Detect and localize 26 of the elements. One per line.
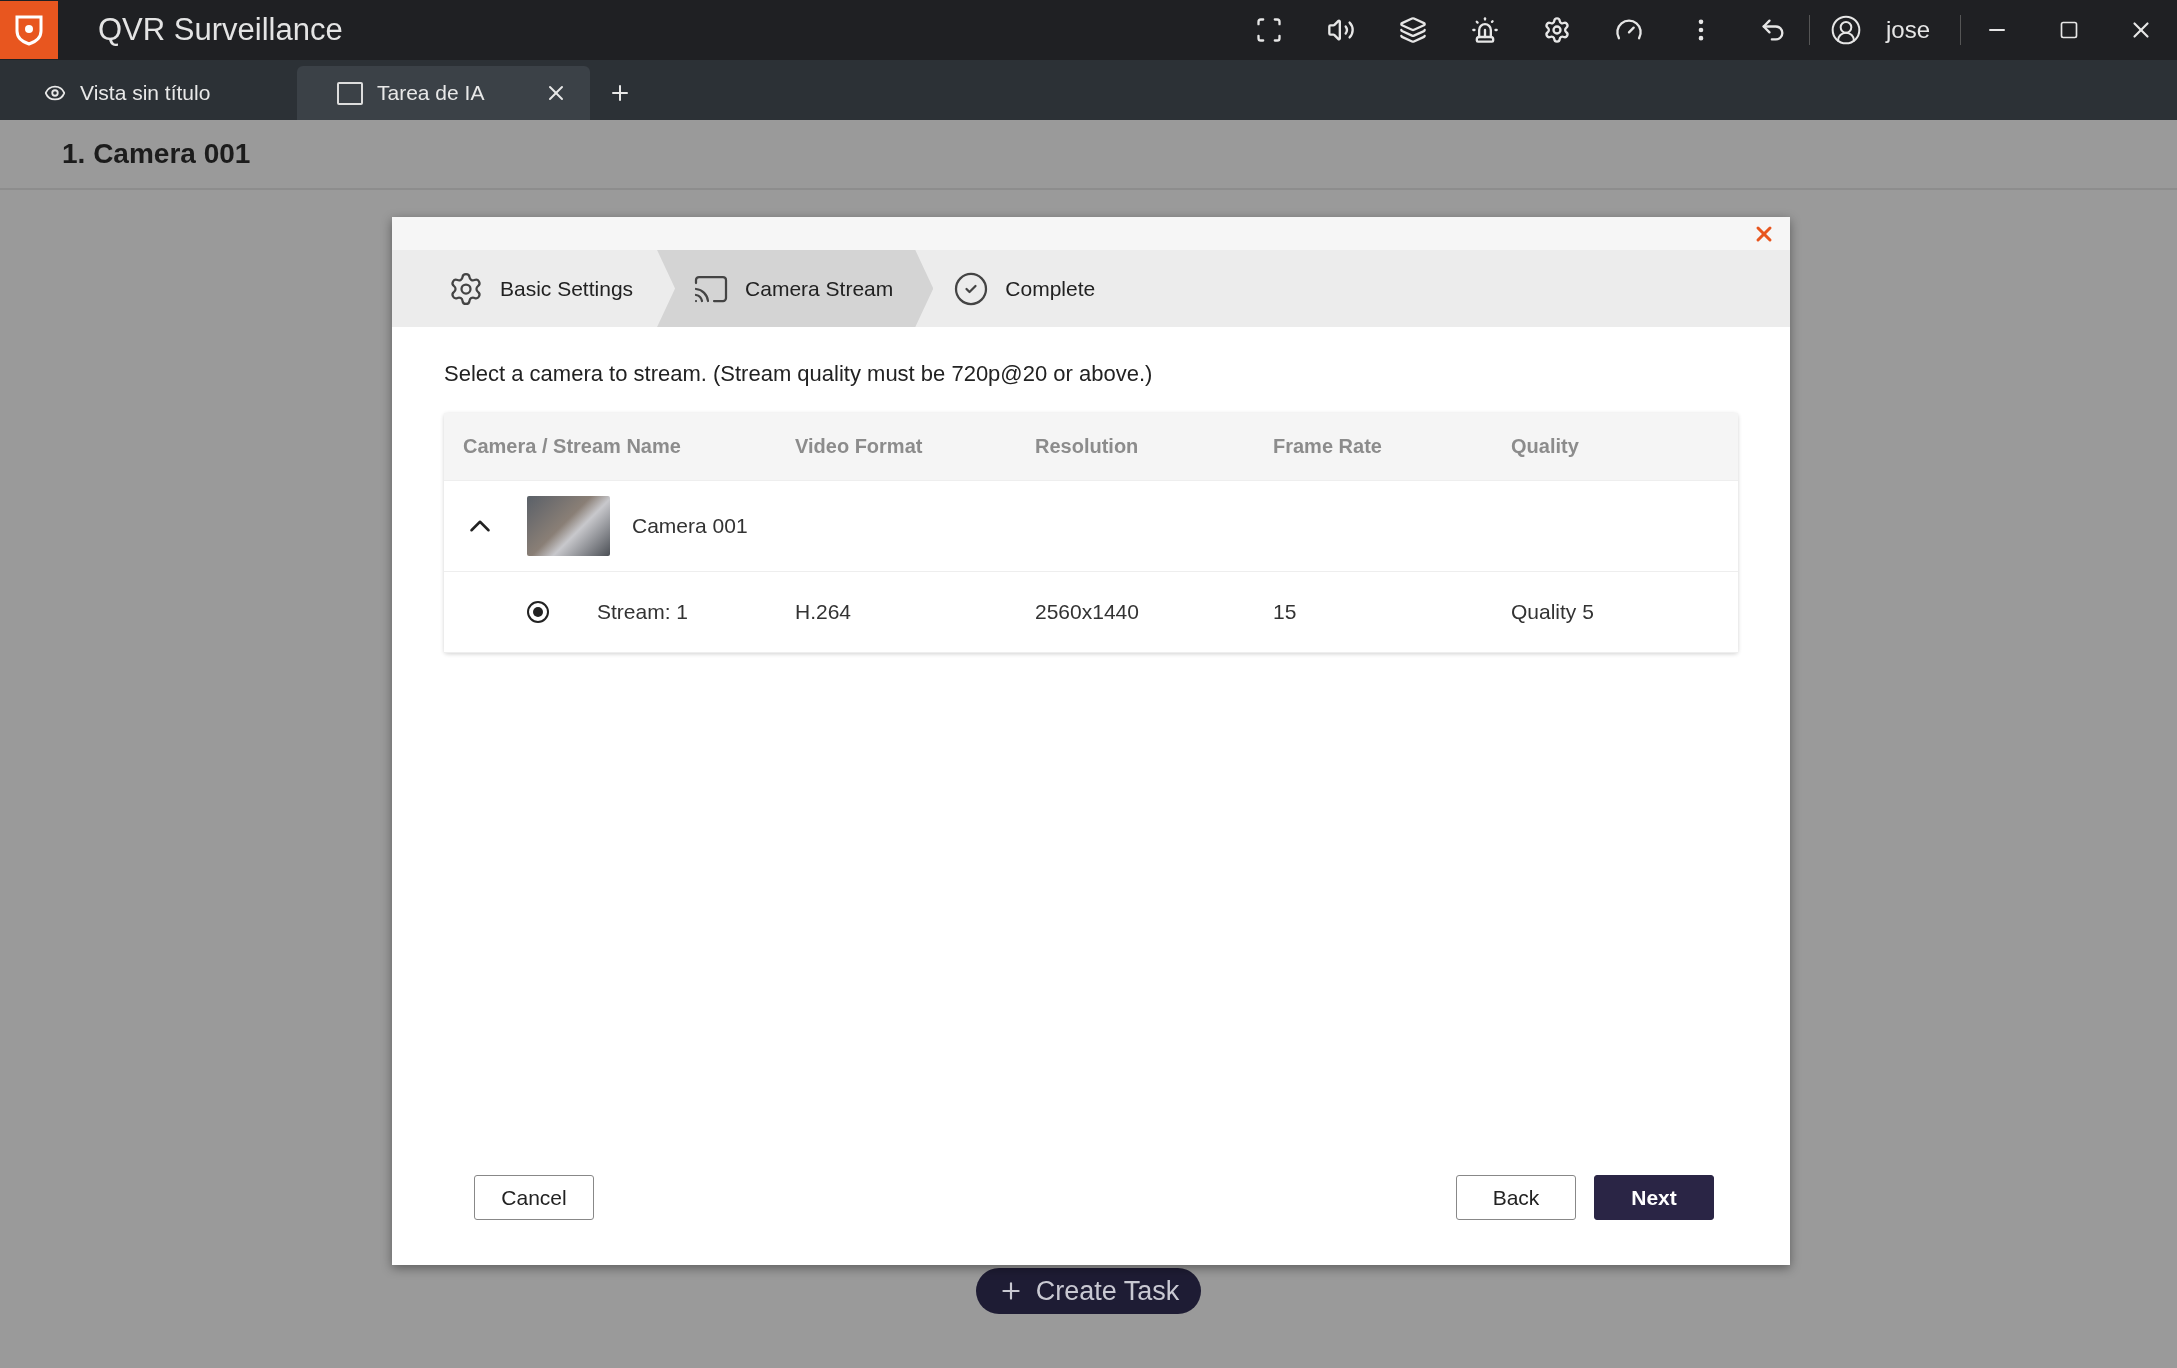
back-button[interactable]: Back [1456, 1175, 1576, 1220]
cancel-button[interactable]: Cancel [474, 1175, 594, 1220]
user-name: jose [1885, 16, 1930, 44]
column-header: Frame Rate [1273, 435, 1383, 458]
table-cell-text: 15 [1273, 600, 1298, 624]
column-header: Resolution [1035, 435, 1140, 458]
wizard-step[interactable]: Camera Stream [657, 250, 934, 327]
stream-name: Stream: 1 [597, 600, 689, 624]
camera-name: Camera 001 [632, 514, 748, 538]
tab[interactable]: Tarea de IA [297, 66, 590, 120]
tab[interactable]: Vista sin título [4, 66, 297, 120]
radio-button[interactable] [527, 601, 549, 623]
column-header: Video Format [795, 435, 924, 458]
create-task-button[interactable]: Create Task [975, 1268, 1202, 1314]
column-header: Quality [1511, 435, 1580, 458]
table-cell-text: H.264 [795, 600, 853, 624]
app-logo [0, 1, 58, 59]
table-cell-text: Quality 5 [1511, 600, 1595, 624]
table-cell-text: 2560x1440 [1035, 600, 1140, 624]
check-circle-icon [953, 270, 990, 307]
instruction-text: Select a camera to stream. (Stream quality must be 720p@20 or above.) [444, 361, 1154, 387]
next-button[interactable]: Next [1594, 1175, 1714, 1220]
column-header: Camera / Stream Name [463, 435, 681, 458]
page-heading: 1. Camera 001 [62, 138, 251, 170]
app-title: QVR Surveillance [98, 12, 344, 48]
gear-icon [448, 270, 484, 307]
